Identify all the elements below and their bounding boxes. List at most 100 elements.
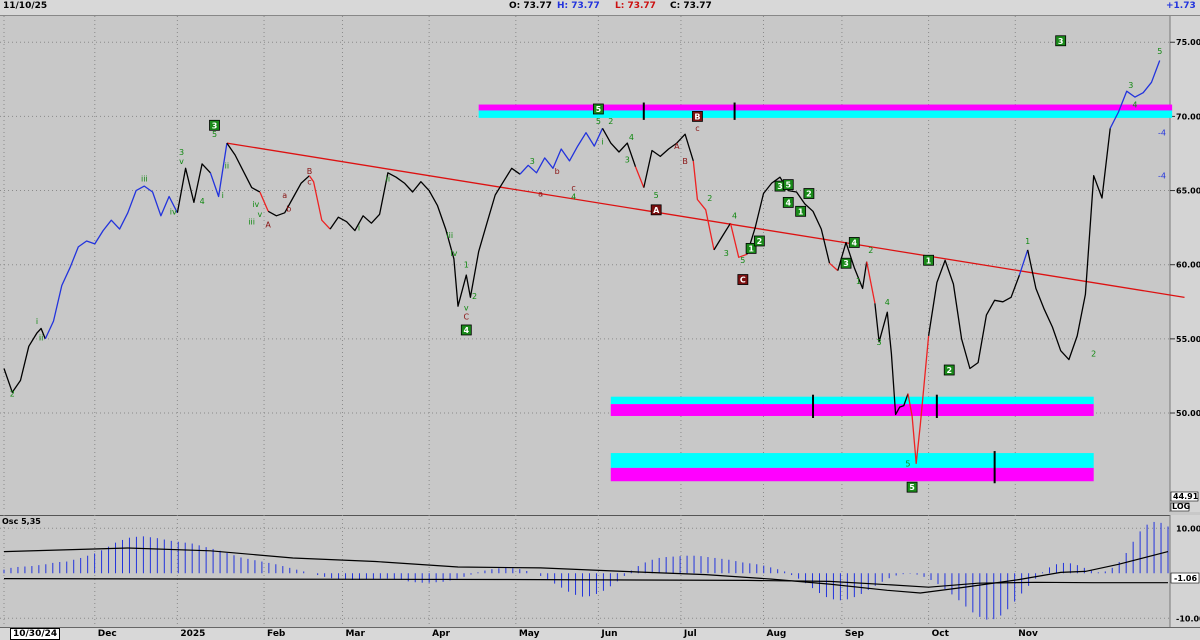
wave-label: 3 [179,148,184,157]
wave-box-label: 2 [946,366,952,375]
x-axis-label: Aug [766,629,787,639]
wave-label: 2 [10,390,15,399]
osc-tick-label: 10.00 [1176,524,1200,533]
wave-label: iv [252,200,259,209]
wave-box-label: 4 [785,198,791,207]
log-badge-label: LOG [1172,502,1190,511]
x-axis-label: Oct [931,629,949,639]
wave-label: a [282,191,287,200]
change-value: +1.73 [1166,1,1196,11]
wave-label: B [307,167,313,176]
wave-label: C [464,313,470,322]
wave-label: ii [225,161,229,170]
price-tick-label: 75.00 [1176,38,1200,47]
price-background [0,16,1200,512]
wave-box-label: 4 [852,238,858,247]
wave-label: 5 [212,130,217,139]
open-value: O: 73.77 [509,1,552,11]
oscillator-chart[interactable]: 10.00 -10.00 Osc 5,35 -1.06 [0,515,1200,627]
wave-box-label: C [740,276,746,285]
price-tick-label: 55.00 [1176,335,1200,344]
high-value: H: 73.77 [557,1,600,11]
x-axis-label: Jun [601,629,618,639]
wave-label: 4 [629,133,634,142]
wave-label: a [538,189,543,198]
wave-label: b [555,167,560,176]
zone-band-upper [610,396,1094,405]
wave-box-label: 1 [798,207,804,216]
wave-label: B [682,157,688,166]
wave-label: 4 [200,197,205,206]
low-value: L: 73.77 [615,1,656,11]
wave-box-label: 1 [926,256,932,265]
wave-label: 4 [885,298,890,307]
wave-box-label: A [653,206,660,215]
wave-label: 3 [530,157,535,166]
wave-label: ii [39,333,43,342]
wave-box-label: 2 [757,237,763,246]
wave-label: 2 [472,292,477,301]
x-axis-label: 10/30/24 [10,628,61,640]
wave-label: c [307,178,311,187]
wave-label: 4 [1132,101,1137,110]
wave-label: 1 [856,277,861,286]
wave-box-label: 5 [909,483,915,492]
wave-box-label: 3 [843,259,849,268]
x-axis-label: Mar [345,629,365,639]
zone-band-lower [610,404,1094,416]
wave-box-label: 2 [806,190,812,199]
wave-box-label: 1 [748,244,754,253]
osc-title: Osc 5,35 [2,517,41,526]
x-axis-label: Apr [432,629,450,639]
wave-label: 4 [732,212,737,221]
x-axis-label: Dec [97,629,117,639]
wave-label: 4 [571,192,576,201]
wave-label: A [265,221,271,230]
x-axis-label: Jul [683,629,697,639]
wave-label: 3 [877,338,882,347]
wave-label: i [36,317,38,326]
wave-label: 3 [1128,81,1133,90]
wave-label: i [222,191,224,200]
x-axis-label: May [518,629,540,639]
close-value: C: 73.77 [670,1,712,11]
wave-box-label: 5 [596,105,602,114]
wave-box-label: 3 [777,182,783,191]
wave-label: 5 [654,191,659,200]
date-label: 11/10/25 [3,1,48,11]
price-tick-label: 65.00 [1176,187,1200,196]
wave-label: 2 [608,117,613,126]
osc-tick-label: -10.00 [1176,614,1200,623]
wave-label: 5 [905,459,910,468]
price-tick-label: 60.00 [1176,261,1200,270]
wave-label: 2 [1091,350,1096,359]
wave-label: c [571,184,575,193]
wave-label: 1 [1025,237,1030,246]
wave-label: A [674,142,680,151]
wave-label: iv [170,207,177,216]
last-value-label: 44.91 [1173,492,1199,501]
wave-label: 3 [724,249,729,258]
x-axis: 10/30/24 Dec 2025 Feb Mar Apr May Jun Jul Aug Sep O… [0,627,1200,640]
wave-label: iv [450,249,457,258]
x-axis-label: 2025 [180,629,206,639]
wave-label: c [695,124,699,133]
wave-label: i [358,224,360,233]
zone-band-upper [610,453,1094,468]
wave-label: b [286,204,291,213]
quote-header: 11/10/25 O: 73.77 H: 73.77 L: 73.77 C: 7… [0,0,1200,16]
x-axis-label: Feb [267,629,286,639]
wave-box-label: 3 [1058,37,1064,46]
x-axis-label: Sep [844,629,864,639]
wave-label: 2 [707,194,712,203]
zone-band-upper [478,104,1173,111]
wave-label: v [258,210,263,219]
wave-label: iii [248,218,255,227]
wave-label: 5 [740,256,745,265]
price-chart[interactable]: 75.0070.0065.0060.0055.0050.002iiiiiiiv3… [0,16,1200,512]
wave-label: iii [446,231,453,240]
wave-box-label: 5 [785,181,791,190]
wave-label: ii [386,175,390,184]
wave-label: 3 [625,155,630,164]
wave-box-label: B [694,112,700,121]
